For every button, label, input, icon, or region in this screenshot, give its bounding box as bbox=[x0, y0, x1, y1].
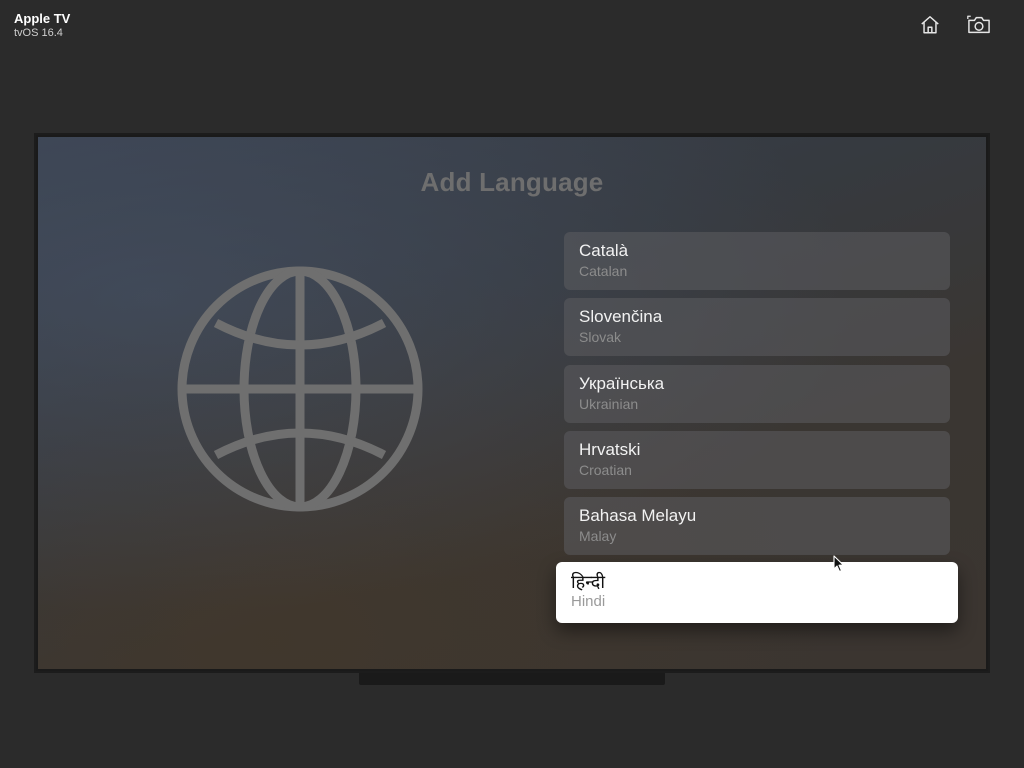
home-button[interactable] bbox=[917, 12, 943, 38]
language-english-name: Croatian bbox=[579, 462, 632, 478]
language-item-malay[interactable]: Bahasa Melayu Malay bbox=[564, 497, 950, 555]
camera-icon bbox=[967, 15, 990, 34]
language-native-name: Українська bbox=[579, 374, 665, 393]
device-name: Apple TV bbox=[14, 11, 71, 26]
mouse-pointer-icon bbox=[833, 555, 845, 573]
language-english-name: Catalan bbox=[579, 263, 628, 279]
language-native-name: Slovenčina bbox=[579, 307, 663, 326]
tv-stand bbox=[359, 673, 665, 685]
language-english-name: Hindi bbox=[571, 593, 606, 610]
tv-screen: Add Language Català Catalan Slovenčina S… bbox=[38, 137, 986, 669]
simulator-header: Apple TV tvOS 16.4 bbox=[14, 11, 70, 40]
language-native-name: Català bbox=[579, 241, 629, 260]
language-item-slovak[interactable]: Slovenčina Slovak bbox=[564, 298, 950, 356]
tv-frame: Add Language Català Catalan Slovenčina S… bbox=[34, 133, 990, 673]
language-english-name: Malay bbox=[579, 528, 617, 544]
language-native-name: Hrvatski bbox=[579, 440, 641, 459]
language-item-catalan[interactable]: Català Catalan bbox=[564, 232, 950, 290]
globe-icon bbox=[177, 266, 423, 512]
os-version: tvOS 16.4 bbox=[14, 27, 63, 39]
language-english-name: Ukrainian bbox=[579, 396, 639, 412]
page-title: Add Language bbox=[420, 167, 604, 197]
language-item-croatian[interactable]: Hrvatski Croatian bbox=[564, 431, 950, 489]
home-icon bbox=[921, 16, 939, 34]
language-english-name: Slovak bbox=[579, 329, 622, 345]
language-item-ukrainian[interactable]: Українська Ukrainian bbox=[564, 365, 950, 423]
language-native-name: हिन्दी bbox=[571, 572, 606, 592]
language-item-hindi[interactable]: हिन्दी Hindi bbox=[556, 562, 958, 623]
screenshot-button[interactable] bbox=[966, 12, 992, 38]
language-native-name: Bahasa Melayu bbox=[579, 506, 697, 525]
